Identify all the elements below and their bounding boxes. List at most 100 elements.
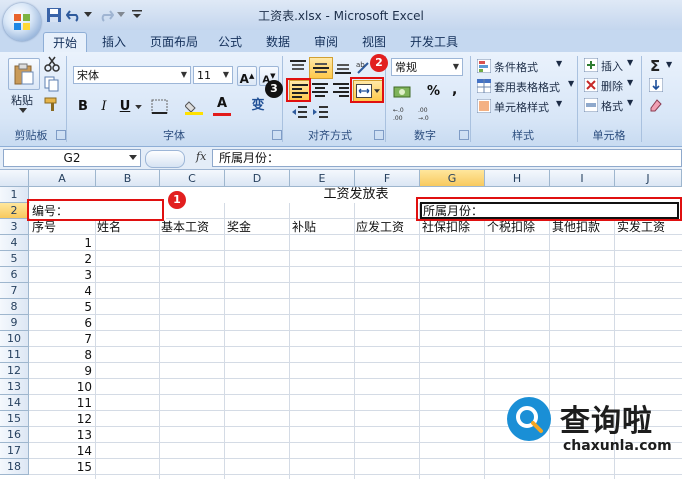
column-header-b[interactable]: B (96, 170, 160, 187)
serial-cell[interactable]: 2 (30, 251, 92, 267)
header-cell[interactable]: 姓名 (97, 219, 121, 235)
serial-cell[interactable]: 4 (30, 283, 92, 299)
header-cell[interactable]: 应发工资 (356, 219, 404, 235)
header-cell[interactable]: 基本工资 (161, 219, 209, 235)
chevron-down-icon[interactable]: ▼ (627, 78, 633, 87)
bold-button[interactable]: B (75, 98, 91, 116)
column-header-e[interactable]: E (290, 170, 355, 187)
column-header-h[interactable]: H (485, 170, 550, 187)
chevron-down-icon[interactable]: ▼ (627, 58, 633, 67)
select-all-button[interactable] (0, 170, 29, 187)
header-cell[interactable]: 奖金 (227, 219, 251, 235)
name-box[interactable]: G2 (3, 149, 141, 167)
number-dialog-launcher[interactable] (459, 130, 469, 140)
phonetic-button[interactable]: 变 (249, 97, 267, 115)
header-cell[interactable]: 社保扣除 (422, 219, 470, 235)
serial-cell[interactable]: 11 (30, 395, 92, 411)
underline-dropdown-icon[interactable] (135, 105, 142, 110)
fill-icon[interactable] (649, 78, 663, 92)
column-header-i[interactable]: I (550, 170, 615, 187)
tab-formulas[interactable]: 公式 (209, 32, 251, 52)
chevron-down-icon[interactable]: ▼ (556, 99, 562, 108)
font-name-combo[interactable]: 宋体 ▼ (73, 66, 191, 84)
insert-cells-button[interactable]: 插入 (601, 58, 623, 74)
row-header[interactable]: 18 (0, 459, 29, 475)
serial-cell[interactable]: 7 (30, 331, 92, 347)
row-header[interactable]: 1 (0, 187, 29, 203)
column-header-j[interactable]: J (615, 170, 682, 187)
tab-view[interactable]: 视图 (353, 32, 395, 52)
serial-cell[interactable]: 13 (30, 427, 92, 443)
serial-cell[interactable]: 12 (30, 411, 92, 427)
align-center-icon[interactable] (312, 83, 328, 97)
align-bottom-icon[interactable] (335, 60, 351, 74)
serial-cell[interactable]: 10 (30, 379, 92, 395)
header-cell[interactable]: 序号 (32, 219, 56, 235)
row-header[interactable]: 3 (0, 219, 29, 235)
row-header[interactable]: 4 (0, 235, 29, 251)
align-middle-button[interactable] (309, 57, 333, 79)
row-header[interactable]: 10 (0, 331, 29, 347)
row-header[interactable]: 15 (0, 411, 29, 427)
underline-button[interactable]: U (117, 98, 133, 116)
chevron-down-icon[interactable]: ▼ (627, 98, 633, 107)
tab-developer[interactable]: 开发工具 (401, 32, 467, 52)
office-button[interactable] (3, 3, 41, 41)
row-header[interactable]: 12 (0, 363, 29, 379)
header-cell[interactable]: 个税扣除 (487, 219, 535, 235)
column-header-a[interactable]: A (29, 170, 96, 187)
serial-cell[interactable]: 15 (30, 459, 92, 475)
row-header[interactable]: 2 (0, 203, 29, 219)
tab-review[interactable]: 审阅 (305, 32, 347, 52)
row-header[interactable]: 9 (0, 315, 29, 331)
row-header[interactable]: 8 (0, 299, 29, 315)
borders-icon[interactable] (151, 99, 169, 115)
number-format-combo[interactable]: 常规 ▼ (391, 58, 463, 76)
grow-font-icon[interactable]: A▲ (237, 66, 257, 86)
chevron-down-icon[interactable]: ▼ (568, 79, 574, 88)
format-cells-button[interactable]: 格式 (601, 98, 623, 114)
font-color-button[interactable]: A (215, 96, 229, 112)
conditional-format-button[interactable]: 条件格式 (494, 59, 538, 75)
align-right-icon[interactable] (333, 83, 349, 97)
column-header-d[interactable]: D (225, 170, 290, 187)
row-header[interactable]: 16 (0, 427, 29, 443)
decrease-decimal-icon[interactable]: .00→.0 (418, 105, 438, 121)
currency-icon[interactable] (393, 84, 413, 100)
chevron-down-icon[interactable]: ▼ (666, 60, 672, 69)
decrease-indent-icon[interactable] (291, 105, 307, 119)
serial-cell[interactable]: 8 (30, 347, 92, 363)
autosum-button[interactable]: Σ (650, 57, 660, 75)
paste-dropdown-icon[interactable] (19, 108, 27, 114)
percent-button[interactable]: % (427, 84, 440, 99)
serial-cell[interactable]: 14 (30, 443, 92, 459)
chevron-down-icon[interactable]: ▼ (556, 59, 562, 68)
table-format-button[interactable]: 套用表格格式 (494, 79, 560, 95)
row-header[interactable]: 7 (0, 283, 29, 299)
column-header-c[interactable]: C (160, 170, 225, 187)
serial-cell[interactable]: 6 (30, 315, 92, 331)
column-header-g[interactable]: G (420, 170, 485, 187)
font-size-combo[interactable]: 11 ▼ (193, 66, 233, 84)
name-box-dropdown-icon[interactable] (129, 155, 137, 161)
tab-page-layout[interactable]: 页面布局 (141, 32, 207, 52)
row-header[interactable]: 13 (0, 379, 29, 395)
header-cell[interactable]: 其他扣款 (552, 219, 600, 235)
paste-button[interactable] (8, 58, 40, 90)
cut-icon[interactable] (44, 56, 60, 72)
row-header[interactable]: 11 (0, 347, 29, 363)
formula-bar-resize-handle[interactable] (145, 150, 185, 168)
cell-styles-button[interactable]: 单元格样式 (494, 99, 549, 115)
formula-input[interactable]: 所属月份： (212, 149, 682, 167)
serial-cell[interactable]: 9 (30, 363, 92, 379)
row-header[interactable]: 6 (0, 267, 29, 283)
increase-decimal-icon[interactable]: ←.0.00 (393, 105, 413, 121)
serial-cell[interactable]: 1 (30, 235, 92, 251)
italic-button[interactable]: I (96, 98, 112, 116)
comma-button[interactable]: , (452, 82, 457, 98)
delete-cells-button[interactable]: 删除 (601, 78, 623, 94)
fill-color-icon[interactable] (185, 99, 205, 115)
copy-icon[interactable] (44, 76, 60, 92)
align-top-icon[interactable] (290, 60, 306, 74)
paste-label[interactable]: 粘贴 (11, 92, 33, 108)
